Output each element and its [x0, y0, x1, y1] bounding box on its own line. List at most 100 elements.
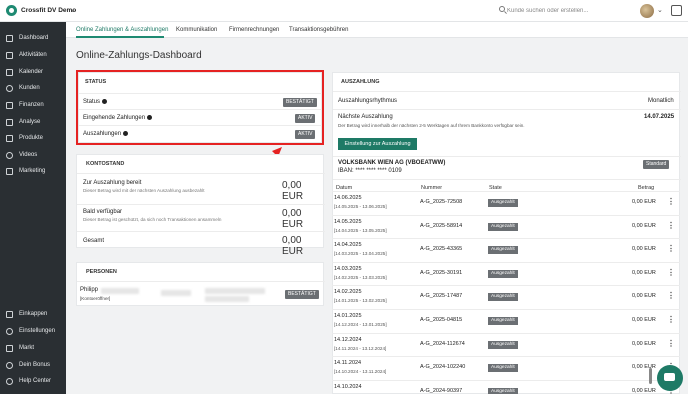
- sidebar-item-einstellungen[interactable]: Einstellungen: [0, 323, 66, 339]
- payout-period: [14.11.2024 - 13.12.2024]: [334, 345, 387, 351]
- marketing-icon: [6, 167, 13, 175]
- payout-state-badge: Ausgezahlt: [488, 269, 518, 278]
- total-label: Gesamt: [83, 238, 105, 244]
- payout-number: A-G_2024-90397: [420, 387, 463, 394]
- payout-date: 14.04.2025: [334, 242, 362, 249]
- sidebar-item-bonus[interactable]: Dein Bonus: [0, 357, 66, 373]
- redacted-text: [161, 290, 191, 296]
- studio-name[interactable]: Crossfit DV Demo: [21, 7, 76, 14]
- payout-amount: 0,00 EUR: [632, 269, 656, 276]
- tab-online-zahlungen[interactable]: Online Zahlungen & Auszahlungen: [76, 27, 168, 33]
- payout-amount: 0,00 EUR: [632, 340, 656, 347]
- payout-state-badge: Ausgezahlt: [488, 199, 518, 207]
- more-options-icon[interactable]: ⋮: [667, 339, 675, 348]
- person-name[interactable]: Philipp: [80, 287, 98, 293]
- payout-date: 14.10.2024: [334, 383, 362, 390]
- payout-period: [14.10.2024 - 13.11.2024]: [334, 369, 387, 375]
- payout-date: 14.11.2024: [334, 360, 362, 367]
- payout-number: A-G_2024-112674: [420, 340, 465, 347]
- payout-number: A-G_2025-58914: [420, 222, 463, 229]
- payout-period: [14.12.2024 - 13.01.2025]: [334, 322, 387, 327]
- sidebar-item-produkte[interactable]: Produkte: [0, 130, 66, 146]
- payout-state-badge: Ausgezahlt: [488, 387, 518, 394]
- more-options-icon[interactable]: ⋮: [667, 315, 675, 324]
- divider: [333, 179, 681, 180]
- more-options-icon[interactable]: ⋮: [667, 221, 675, 230]
- scrollbar[interactable]: [649, 368, 652, 384]
- payout-state-badge: Ausgezahlt: [488, 246, 518, 255]
- divider: [333, 91, 681, 92]
- sidebar-item-help-center[interactable]: Help Center: [0, 373, 66, 389]
- top-bar: Crossfit DV Demo ⌄ ⌄: [0, 0, 688, 22]
- payout-number: A-G_2025-43365: [420, 246, 463, 253]
- person-status-badge: BESTÄTIGT: [285, 290, 319, 299]
- cart-icon[interactable]: [671, 5, 682, 16]
- payout-state-badge: Ausgezahlt: [488, 317, 518, 325]
- available-soon-label: Bald verfügbar: [83, 209, 123, 215]
- divider: [332, 356, 680, 358]
- available-soon-amount: 0,00 EUR: [282, 208, 304, 230]
- sidebar-item-aktivitaeten[interactable]: Aktivitäten: [0, 47, 66, 63]
- sidebar-item-analyse[interactable]: Analyse: [0, 114, 66, 130]
- divider: [77, 231, 325, 232]
- payout-state-badge: Ausgezahlt: [488, 364, 518, 373]
- more-options-icon[interactable]: ⋮: [667, 244, 675, 253]
- payout-amount: 0,00 EUR: [632, 317, 656, 323]
- payout-date: 14.05.2025: [334, 218, 362, 225]
- sidebar-item-dashboard[interactable]: Dashboard: [0, 30, 66, 46]
- payout-period: [14.02.2025 - 13.03.2025]: [334, 274, 387, 280]
- divider: [332, 379, 680, 381]
- page-title: Online-Zahlungs-Dashboard: [76, 50, 202, 61]
- sidebar-item-kunden[interactable]: Kunden: [0, 80, 66, 96]
- chevron-down-icon[interactable]: ⌄: [70, 6, 76, 14]
- payout-number: A-G_2025-30191: [420, 269, 463, 276]
- divider: [77, 173, 325, 174]
- sidebar-item-finanzen[interactable]: Finanzen: [0, 97, 66, 113]
- sidebar-item-markt[interactable]: Markt: [0, 340, 66, 356]
- logo-icon[interactable]: [6, 5, 17, 16]
- tab-kommunikation[interactable]: Kommunikation: [176, 27, 217, 33]
- divider: [77, 204, 325, 205]
- finance-icon: [6, 101, 13, 109]
- chat-icon[interactable]: [657, 365, 683, 391]
- help-icon: [6, 377, 13, 385]
- search-input[interactable]: [507, 5, 597, 17]
- person-role: [Kontoeröffner]: [80, 296, 111, 301]
- divider: [332, 191, 680, 192]
- payout-amount: 0,00 EUR: [632, 222, 656, 229]
- ready-for-payout-description: Dieser Betrag wird mit der nächsten Ausz…: [83, 188, 205, 193]
- sidebar-item-einkappen[interactable]: Einkappen: [0, 306, 66, 322]
- payout-rhythm-label: Auszahlungsrhythmus: [338, 98, 398, 104]
- payout-state-badge: Ausgezahlt: [488, 293, 518, 302]
- next-payout-label: Nächste Auszahlung: [338, 114, 393, 120]
- sidebar-item-kalender[interactable]: Kalender: [0, 64, 66, 80]
- gear-icon: [6, 327, 13, 335]
- payout-settings-button[interactable]: Einstellung zur Auszahlung: [338, 138, 417, 150]
- payout-number: A-G_2025-72508: [420, 199, 463, 205]
- divider: [77, 281, 325, 282]
- divider: [332, 214, 680, 216]
- highlight-box: [76, 70, 324, 145]
- chevron-down-icon[interactable]: ⌄: [657, 6, 663, 14]
- sidebar-item-marketing[interactable]: Marketing: [0, 163, 66, 179]
- persons-card: PERSONEN Philipp [Kontoeröffner] BESTÄTI…: [76, 262, 325, 306]
- tab-firmenrechnungen[interactable]: Firmenrechnungen: [229, 27, 279, 33]
- more-options-icon[interactable]: ⋮: [667, 197, 675, 206]
- more-options-icon[interactable]: ⋮: [667, 291, 675, 300]
- active-tab-indicator: [76, 36, 164, 38]
- payout-card-title: AUSZAHLUNG: [341, 79, 380, 85]
- redacted-text: [205, 288, 265, 294]
- bank-default-badge: Standard: [643, 160, 670, 169]
- payout-rhythm-value: Monatlich: [648, 98, 674, 104]
- payout-period: [14.01.2025 - 13.02.2025]: [334, 298, 387, 304]
- balance-card: KONTOSTAND Zur Auszahlung bereit Dieser …: [76, 154, 325, 257]
- market-icon: [6, 344, 13, 352]
- avatar[interactable]: [640, 4, 654, 18]
- redacted-text: [205, 296, 249, 302]
- more-options-icon[interactable]: ⋮: [667, 268, 675, 277]
- next-payout-date: 14.07.2025: [644, 114, 675, 120]
- ready-for-payout-label: Zur Auszahlung bereit: [83, 180, 142, 186]
- tab-transaktionsgebuehren[interactable]: Transaktionsgebühren: [289, 27, 348, 33]
- total-amount: 0,00 EUR: [282, 235, 304, 257]
- sidebar-item-videos[interactable]: Videos: [0, 147, 66, 163]
